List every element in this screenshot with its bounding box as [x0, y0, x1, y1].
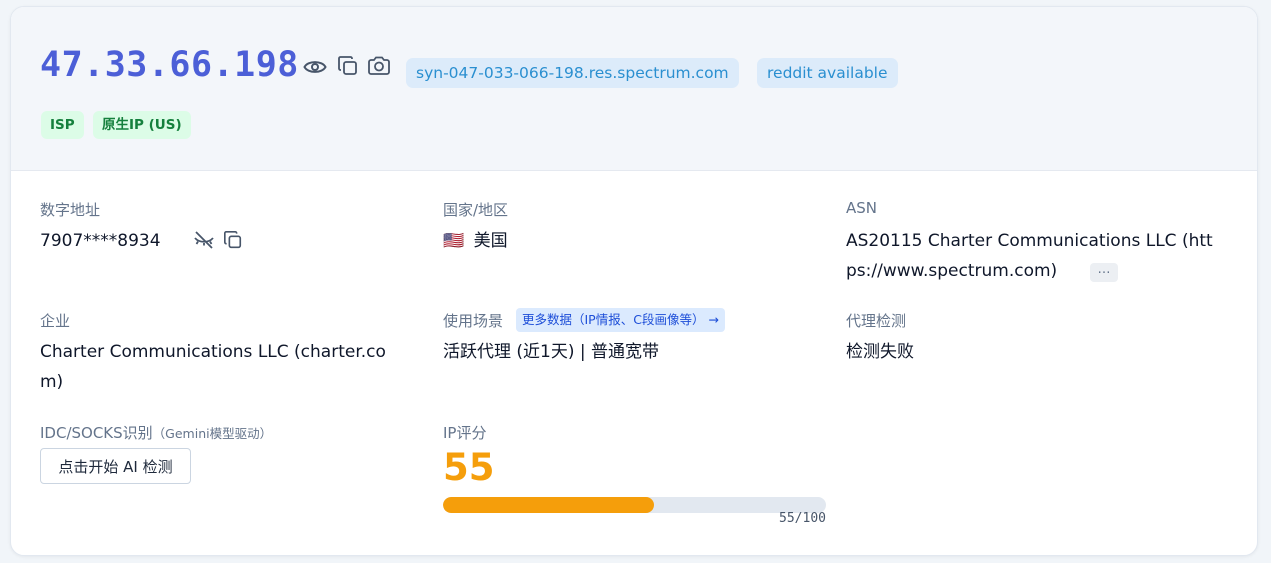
tag-native-ip: 原生IP (US) [93, 111, 191, 139]
hostname-badge: syn-047-033-066-198.res.spectrum.com [406, 58, 739, 88]
ip-score-text: 55/100 [779, 511, 826, 526]
numeric-address-label: 数字地址 [40, 201, 101, 219]
ip-address: 47.33.66.198 [40, 45, 299, 85]
ip-score-bar-fill [443, 497, 654, 513]
numeric-address-value: 7907****8934 [40, 231, 161, 251]
reddit-status-badge: reddit available [757, 58, 898, 88]
eye-off-icon[interactable] [193, 230, 215, 250]
copy-icon[interactable] [337, 55, 359, 77]
proxy-value: 检测失败 [846, 342, 914, 362]
company-label: 企业 [40, 312, 71, 330]
ip-score-value: 55 [443, 446, 495, 489]
more-data-link[interactable]: 更多数据（IP情报、C段画像等） → [516, 308, 725, 332]
camera-icon[interactable] [367, 55, 391, 77]
eye-icon[interactable] [303, 57, 327, 77]
ai-detect-button[interactable]: 点击开始 AI 检测 [40, 448, 191, 484]
usage-label: 使用场景 [443, 312, 504, 330]
copy-numeric-icon[interactable] [223, 230, 243, 250]
proxy-label: 代理检测 [846, 312, 907, 330]
usage-value: 活跃代理 (近1天) | 普通宽带 [443, 342, 660, 362]
company-value-line2: m) [40, 372, 64, 392]
us-flag-icon: 🇺🇸 [443, 231, 465, 251]
asn-label: ASN [846, 199, 878, 217]
idc-label: IDC/SOCKS识别（Gemini模型驱动） [40, 422, 272, 443]
ip-score-label: IP评分 [443, 424, 487, 442]
country-value: 🇺🇸 美国 [443, 226, 508, 256]
card-header: 47.33.66.198 syn-047-033-066-198.res.spe… [11, 7, 1257, 171]
tag-isp: ISP [41, 111, 84, 139]
asn-more-button[interactable]: … [1090, 263, 1118, 282]
asn-value-line2: ps://www.spectrum.com) [846, 261, 1058, 281]
ip-info-card: 47.33.66.198 syn-047-033-066-198.res.spe… [10, 6, 1258, 556]
idc-label-text: IDC/SOCKS识别 [40, 424, 153, 442]
country-name: 美国 [473, 231, 508, 251]
country-label: 国家/地区 [443, 201, 509, 219]
company-value-line1: Charter Communications LLC (charter.co [40, 342, 386, 362]
idc-note: （Gemini模型驱动） [152, 426, 273, 441]
asn-value-line1: AS20115 Charter Communications LLC (htt [846, 231, 1213, 251]
